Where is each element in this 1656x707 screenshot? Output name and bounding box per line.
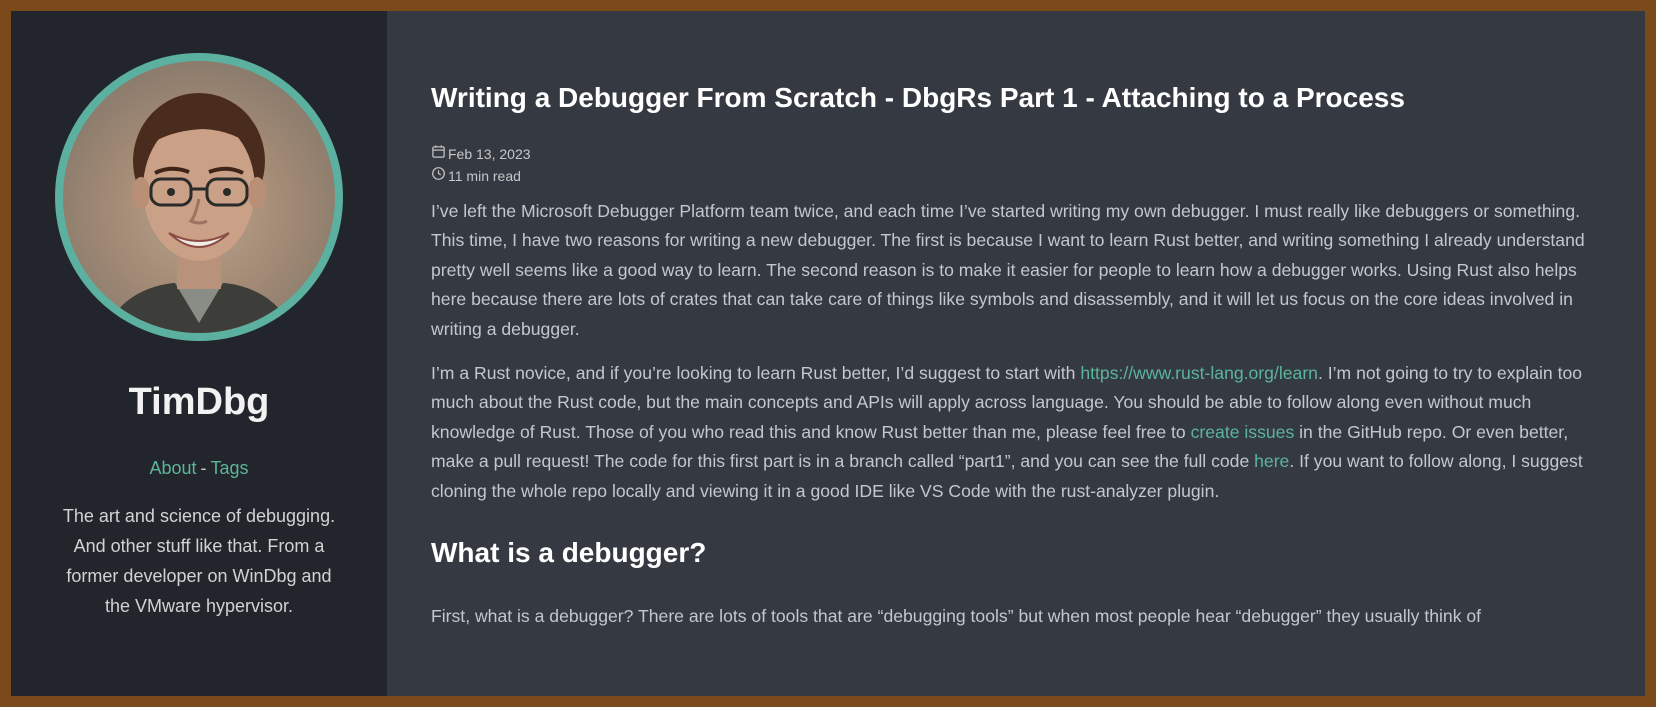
clock-icon [431,165,446,187]
paragraph-what-is-debugger: First, what is a debugger? There are lot… [431,606,1482,627]
paragraph-intro: I’ve left the Microsoft Debugger Platfor… [431,201,1585,339]
paragraph-rust-novice: I’m a Rust novice, and if you’re looking… [431,359,1589,506]
calendar-icon [431,143,446,165]
site-description: The art and science of debugging. And ot… [62,506,336,616]
sidebar-nav: About - Tags [149,458,248,479]
site-title[interactable]: TimDbg [129,381,270,424]
section-heading: What is a debugger? [431,537,707,569]
full-code-link[interactable]: here [1254,451,1289,471]
rust-learn-link[interactable]: https://www.rust-lang.org/learn [1080,363,1318,383]
nav-tags-link[interactable]: Tags [211,458,249,478]
post-title: Writing a Debugger From Scratch - DbgRs … [431,82,1405,113]
post-date: Feb 13, 2023 [448,146,531,162]
avatar-portrait [103,93,295,333]
page-frame: TimDbg About - Tags The art and science of… [11,11,1645,696]
post-date-row: Feb 13, 2023 [431,143,1589,165]
create-issues-link[interactable]: create issues [1191,422,1295,442]
nav-separator: - [200,458,207,478]
post-read-time: 11 min read [448,168,521,184]
sidebar: TimDbg About - Tags The art and science of… [11,11,387,696]
post-meta: Feb 13, 2023 11 min read [431,143,1589,187]
nav-about-link[interactable]: About [149,458,196,478]
main-content: Writing a Debugger From Scratch - DbgRs … [387,11,1645,696]
author-avatar[interactable] [55,53,343,341]
paragraph-text: I’m a Rust novice, and if you’re looking… [431,363,1081,384]
post-read-time-row: 11 min read [431,165,1589,187]
